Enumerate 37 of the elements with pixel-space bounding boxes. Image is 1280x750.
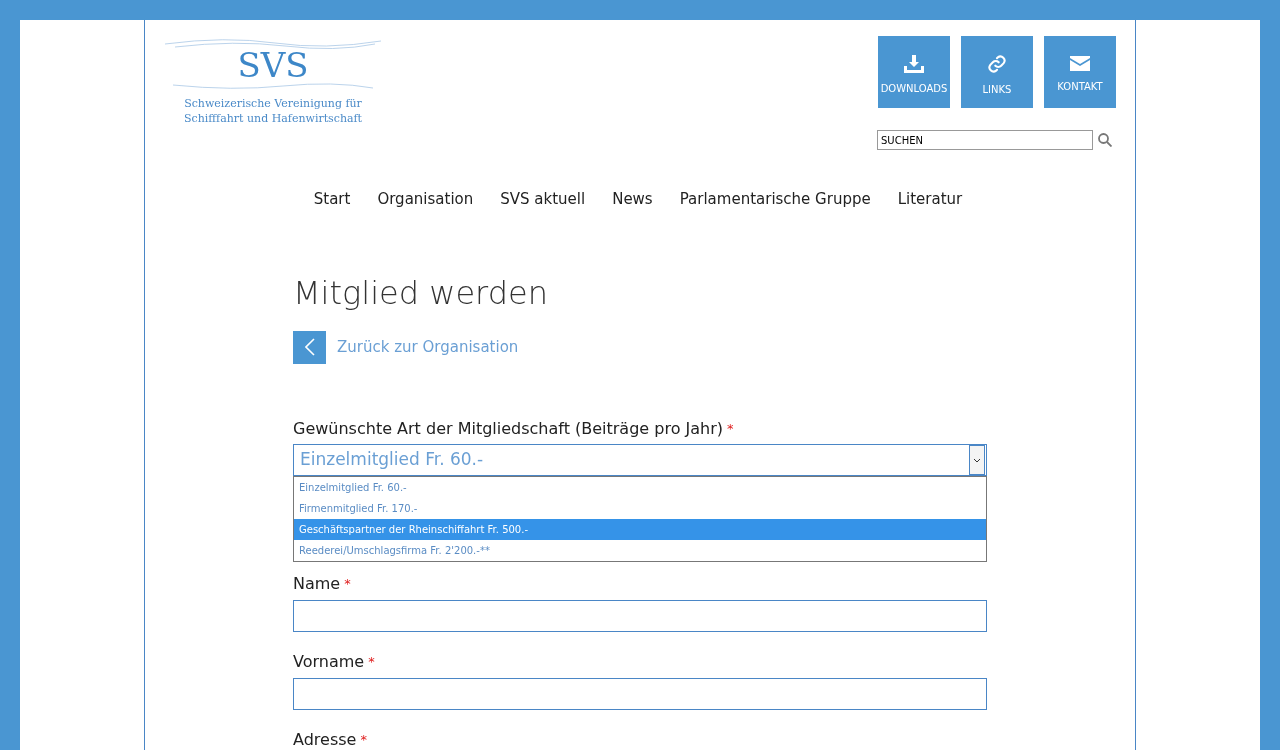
text-input[interactable] <box>293 677 987 710</box>
dropdown-option[interactable]: Reederei/Umschlagsfirma Fr. 2'200.-** <box>294 539 986 561</box>
logo[interactable]: SVS Schweizerische Vereinigung für Schifffahrt und Hafenwirtschaft <box>165 36 381 150</box>
dropdown-option[interactable]: Geschäftspartner der Rheinschiffahrt Fr. 500.- <box>294 518 986 540</box>
back-link[interactable]: Zurück zur Organisation <box>337 335 519 359</box>
nav-link[interactable]: Literatur <box>897 188 963 211</box>
required-mark: * <box>360 730 367 749</box>
text-input[interactable] <box>293 599 987 632</box>
nav-link[interactable]: Organisation <box>377 188 474 211</box>
envelope-icon <box>1070 56 1090 71</box>
membership-select[interactable]: Einzelmitglied Fr. 60.- <box>293 443 987 476</box>
search-field[interactable]: SUCHEN <box>877 130 1093 150</box>
nav-link[interactable]: News <box>612 188 653 211</box>
chevron-left-icon <box>304 338 315 356</box>
quick-link-button[interactable]: LINKS <box>961 36 1033 108</box>
quick-link-button[interactable]: DOWNLOADS <box>878 36 950 108</box>
link-icon <box>987 53 1007 74</box>
page-title: Mitglied werden <box>293 272 549 313</box>
required-mark: * <box>727 419 734 438</box>
nav-link[interactable]: Start <box>313 188 351 211</box>
field-label: Vorname <box>293 651 365 672</box>
logo-tagline: Schifffahrt und Hafenwirtschaft <box>183 111 363 126</box>
required-mark: * <box>344 574 351 593</box>
dropdown-option[interactable]: Firmenmitglied Fr. 170.- <box>294 497 986 519</box>
required-mark: * <box>368 652 375 671</box>
search-icon[interactable] <box>1098 133 1112 147</box>
quick-link-button[interactable]: KONTAKT <box>1044 36 1116 108</box>
download-icon <box>904 54 924 73</box>
field-label: Gewünschte Art der Mitgliedschaft (Beiträge pro Jahr) <box>293 418 723 439</box>
dropdown-option[interactable]: Einzelmitglied Fr. 60.- <box>294 476 986 498</box>
field-label: Name <box>293 573 341 594</box>
logo-tagline: Schweizerische Vereinigung für <box>184 96 362 111</box>
nav-link[interactable]: SVS aktuell <box>500 188 586 211</box>
nav-link[interactable]: Parlamentarische Gruppe <box>679 188 871 211</box>
field-label: Adresse <box>293 729 357 750</box>
logo-initials: SVS <box>237 48 309 82</box>
back-button[interactable] <box>293 330 326 364</box>
